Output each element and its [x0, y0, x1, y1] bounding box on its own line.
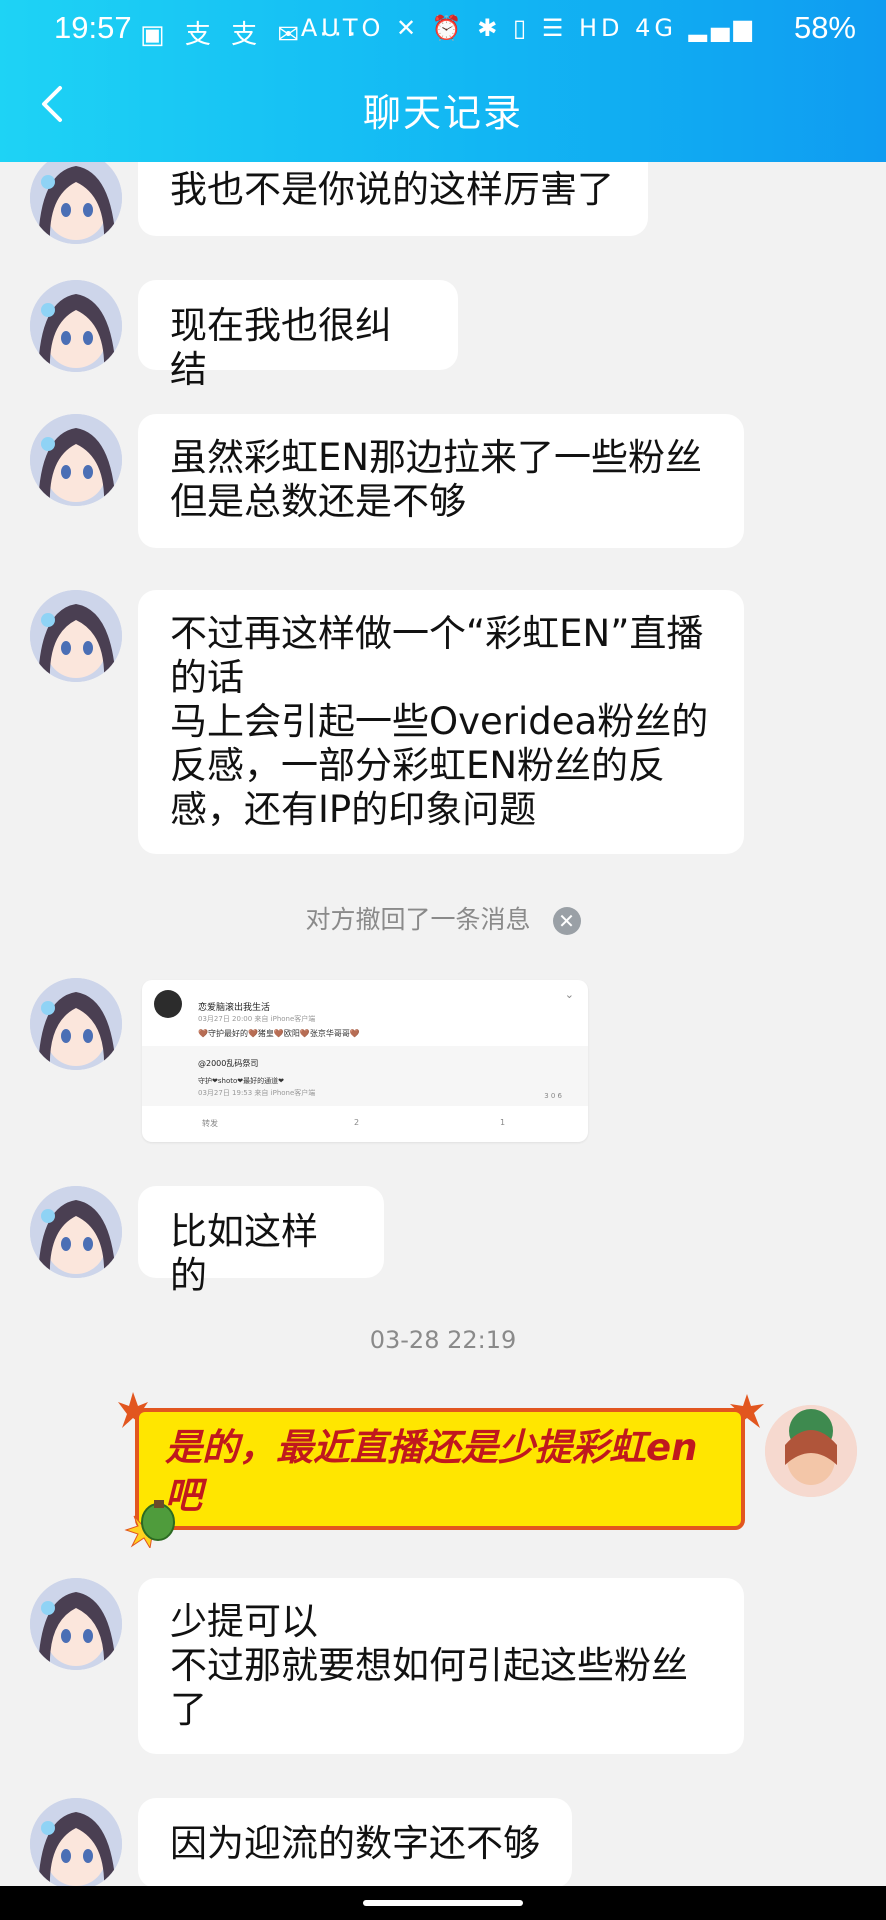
- avatar-image: [30, 414, 122, 506]
- status-time: 19:57: [54, 10, 132, 45]
- avatar[interactable]: [30, 590, 122, 682]
- avatar[interactable]: [30, 1798, 122, 1890]
- post-meta: 03月27日 20:00 来自 iPhone客户端: [198, 1015, 316, 1023]
- message-bubble[interactable]: 比如这样的: [138, 1186, 384, 1297]
- avatar[interactable]: [30, 280, 122, 372]
- repost-author: @2000乱码祭司: [198, 1059, 259, 1068]
- post-author: 恋爱脑滚出我生活: [198, 1003, 271, 1013]
- avatar-image: [30, 590, 122, 682]
- chevron-down-icon: ⌄: [564, 988, 574, 1001]
- battery-level: 58%: [793, 10, 856, 45]
- avatar-image: [30, 1186, 122, 1278]
- repost-label: 转发: [202, 1119, 218, 1128]
- repost-stats: 3 0 6: [544, 1092, 562, 1100]
- image-message[interactable]: ⌄ 恋爱脑滚出我生活 03月27日 20:00 来自 iPhone客户端 🤎守护…: [142, 980, 588, 1142]
- repost-meta: 03月27日 19:53 来自 iPhone客户端: [198, 1089, 316, 1097]
- page-title: 聊天记录: [362, 91, 523, 135]
- system-icons: AUTO ✕ ⏰ ✱ ▯ ☰ HD 4G ▂▄▆: [300, 14, 756, 42]
- message-bubble[interactable]: 现在我也很纠结: [138, 280, 458, 391]
- message-bubble[interactable]: 不过再这样做一个“彩虹EN”直播 的话 马上会引起一些Overidea粉丝的 反…: [138, 590, 744, 854]
- avatar-image: [30, 978, 122, 1070]
- close-icon[interactable]: ✕: [552, 907, 581, 935]
- repost-text: 守护❤shoto❤最好的通道❤: [198, 1077, 284, 1085]
- gesture-bar: [0, 1886, 886, 1920]
- recall-notice: 对方撤回了一条消息 ✕: [0, 900, 886, 936]
- message-bubble[interactable]: 少提可以 不过那就要想如何引起这些粉丝 了: [138, 1578, 744, 1754]
- avatar[interactable]: [30, 414, 122, 506]
- avatar-image: [30, 1578, 122, 1670]
- avatar[interactable]: [30, 978, 122, 1070]
- timestamp: 03-28 22:19: [369, 1326, 517, 1354]
- avatar[interactable]: [30, 1578, 122, 1670]
- avatar[interactable]: [30, 1186, 122, 1278]
- home-indicator[interactable]: [363, 1900, 523, 1906]
- my-message-bubble[interactable]: 是的，最近直播还是少提彩虹en 吧: [135, 1408, 745, 1530]
- my-avatar[interactable]: [765, 1405, 857, 1497]
- comment-count: 2: [354, 1118, 360, 1127]
- avatar-image: [30, 280, 122, 372]
- recall-notice-text: 对方撤回了一条消息: [305, 905, 531, 934]
- grenade-icon: [124, 1500, 175, 1548]
- chat-history[interactable]: 我也不是你说的这样厉害了 现在我也很纠结 虽然彩虹EN那边拉来了一些粉丝 但是总…: [0, 0, 886, 1920]
- message-bubble[interactable]: 虽然彩虹EN那边拉来了一些粉丝 但是总数还是不够: [138, 414, 744, 548]
- user-avatar-thumb: [154, 990, 182, 1018]
- top-bar: 19:57 ▣ 支 支 ✉ ··· AUTO ✕ ⏰ ✱ ▯ ☰ HD 4G ▂…: [0, 0, 886, 162]
- status-bar: 19:57 ▣ 支 支 ✉ ··· AUTO ✕ ⏰ ✱ ▯ ☰ HD 4G ▂…: [0, 0, 886, 58]
- avatar[interactable]: [30, 152, 122, 244]
- like-count: 1: [500, 1118, 506, 1127]
- post-text: 🤎守护最好的🤎猪皇🤎欧阳🤎张京华哥哥🤎: [198, 1029, 360, 1038]
- avatar-image: [30, 152, 122, 244]
- message-bubble[interactable]: 因为迎流的数字还不够: [138, 1798, 572, 1888]
- avatar-image: [30, 1798, 122, 1890]
